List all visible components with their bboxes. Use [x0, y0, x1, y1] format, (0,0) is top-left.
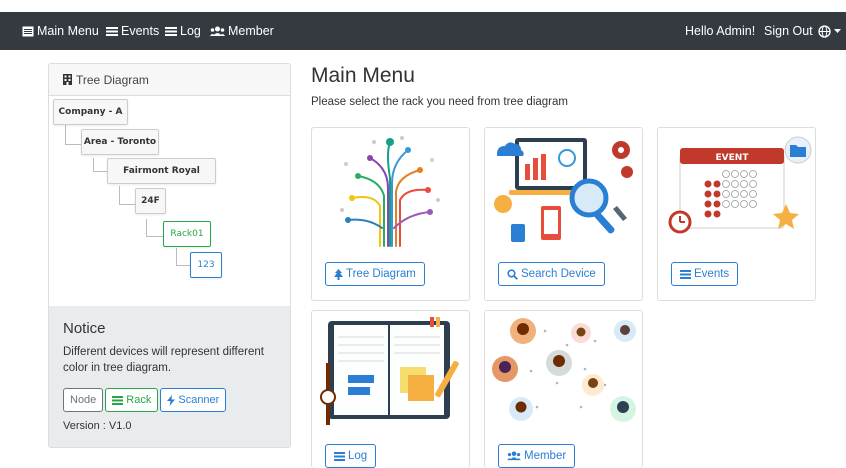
tree-connector: [146, 219, 164, 237]
nav-member-label: Member: [228, 24, 274, 38]
users-icon: [210, 26, 225, 36]
nav-member[interactable]: Member: [210, 12, 274, 50]
tree-illustration: [340, 136, 440, 247]
tree-node-label: Fairmont Royal: [123, 166, 200, 176]
nav-main-menu-label: Main Menu: [37, 24, 99, 38]
tree-node-label: Rack01: [170, 229, 204, 239]
list-alt-icon: [22, 26, 34, 36]
tree-node-site[interactable]: Fairmont Royal: [107, 158, 216, 184]
notice-title: Notice: [63, 320, 106, 337]
legend-row: Node Rack Scanner: [63, 388, 278, 412]
search-device-button-label: Search Device: [521, 268, 596, 280]
events-calendar-illustration: EVENT: [668, 136, 812, 234]
greeting: Hello Admin!: [685, 12, 755, 50]
log-button[interactable]: Log: [325, 444, 377, 468]
tree-node-label: Area - Toronto: [83, 137, 157, 147]
users-icon: [507, 451, 521, 461]
card-tree-diagram: Tree Diagram: [311, 127, 470, 301]
events-button-label: Events: [694, 268, 730, 280]
list-icon: [680, 269, 691, 279]
tree-diagram-header: Tree Diagram: [49, 64, 290, 96]
tree-node-floor[interactable]: 24F: [135, 188, 166, 214]
search-device-illustration: [494, 138, 633, 242]
tree-node-rack[interactable]: Rack01: [163, 221, 211, 247]
search-device-button[interactable]: Search Device: [498, 262, 605, 286]
legend-scanner: Scanner: [160, 388, 227, 412]
greeting-text: Hello Admin!: [685, 24, 756, 38]
legend-rack-label: Rack: [126, 394, 152, 406]
tree-icon: [334, 268, 343, 280]
events-button[interactable]: Events: [671, 262, 739, 286]
tree-connector: [176, 248, 191, 266]
top-strip: [0, 0, 846, 12]
log-notebook-illustration: [320, 317, 459, 425]
search-icon: [507, 268, 518, 280]
language-dropdown[interactable]: [818, 12, 844, 50]
legend-node: Node: [63, 388, 104, 412]
nav-main-menu[interactable]: Main Menu: [22, 12, 99, 50]
building-icon: [63, 74, 72, 85]
notice-section: Notice Different devices will represent …: [49, 306, 290, 447]
version-text: Version : V1.0: [63, 420, 132, 432]
sign-out-label: Sign Out: [764, 24, 813, 38]
tree-diagram-panel: Tree Diagram Company - A Area - Toronto …: [48, 63, 291, 448]
tree-node-company[interactable]: Company - A: [53, 99, 128, 125]
nav-events-label: Events: [121, 24, 160, 38]
legend-scanner-label: Scanner: [178, 394, 220, 406]
list-icon: [165, 27, 177, 36]
tree-node-area[interactable]: Area - Toronto: [81, 129, 159, 155]
list-icon: [112, 395, 124, 405]
globe-icon: [818, 24, 831, 38]
nav-events[interactable]: Events: [106, 12, 159, 50]
member-network-illustration: [492, 318, 636, 422]
member-button[interactable]: Member: [498, 444, 576, 468]
tree-node-label: 24F: [141, 196, 160, 206]
nav-log[interactable]: Log: [165, 12, 201, 50]
notice-text: Different devices will represent differe…: [63, 346, 264, 374]
tree-diagram-title: Tree Diagram: [76, 72, 149, 87]
log-button-label: Log: [348, 450, 368, 462]
list-icon: [334, 451, 345, 461]
tree-diagram-button-label: Tree Diagram: [346, 268, 416, 280]
card-events: EVENT Events: [657, 127, 816, 301]
calendar-event-label: EVENT: [716, 153, 750, 163]
tree-node-scanner[interactable]: 123: [190, 252, 222, 278]
tree-node-label: 123: [197, 260, 215, 270]
legend-node-label: Node: [70, 394, 97, 406]
page-title: Main Menu: [311, 64, 415, 87]
tree-connector: [93, 158, 107, 172]
nav-log-label: Log: [180, 24, 201, 38]
bolt-icon: [167, 394, 176, 406]
tree-node-label: Company - A: [58, 107, 123, 117]
caret-down-icon: [834, 28, 841, 33]
card-member: Member: [484, 310, 643, 468]
card-search-device: Search Device: [484, 127, 643, 301]
page-subtitle: Please select the rack you need from tre…: [311, 96, 568, 108]
member-button-label: Member: [524, 450, 567, 462]
tree-diagram-button[interactable]: Tree Diagram: [325, 262, 425, 286]
legend-rack: Rack: [105, 388, 159, 412]
sign-out-link[interactable]: Sign Out: [764, 12, 813, 50]
list-icon: [106, 27, 118, 36]
tree-connector: [65, 124, 81, 145]
navbar: Main Menu Events Log Member Hello Admin!…: [0, 12, 846, 50]
card-log: Log: [311, 310, 470, 468]
